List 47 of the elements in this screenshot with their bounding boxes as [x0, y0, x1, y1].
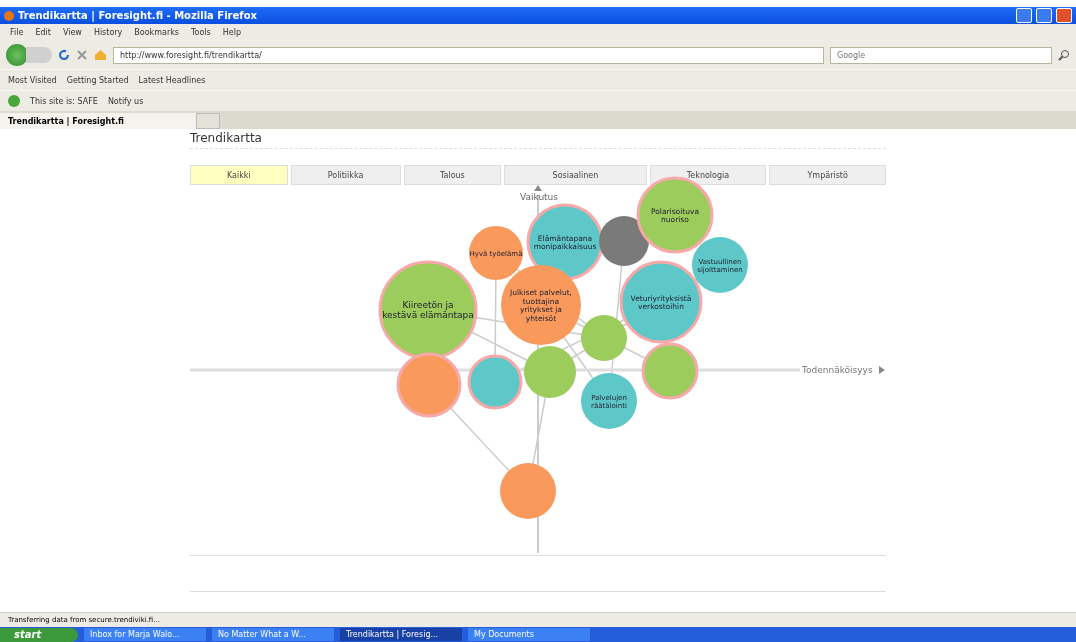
page-title: Trendikartta [190, 129, 886, 149]
taskbar-item[interactable]: No Matter What a W... [212, 628, 334, 641]
taskbar-item[interactable]: Inbox for Marja Walo... [84, 628, 206, 641]
stop-icon[interactable] [76, 49, 88, 61]
browser-tab[interactable]: Trendikartta | Foresight.fi [0, 113, 196, 129]
browser-logo-icon [4, 10, 14, 21]
trend-bubble[interactable] [581, 373, 637, 429]
menu-item[interactable]: Help [222, 28, 241, 37]
menu-item[interactable]: Bookmarks [134, 28, 180, 37]
up-arrow-icon [534, 185, 542, 191]
bookmark-link[interactable]: Latest Headlines [138, 75, 206, 85]
safe-status[interactable]: This site is: SAFE [30, 96, 98, 106]
back-button[interactable] [6, 44, 28, 66]
right-arrow-icon [879, 366, 885, 374]
filter-tab[interactable]: Sosiaalinen [504, 165, 647, 185]
x-axis-label: Todennäköisyys [802, 365, 873, 375]
trend-bubble[interactable] [501, 265, 581, 345]
reload-icon[interactable] [58, 49, 70, 61]
maximize-button[interactable] [1036, 8, 1052, 23]
menu-item[interactable]: File [10, 28, 24, 37]
menu-item[interactable]: Tools [191, 28, 211, 37]
y-axis-label: Vaikutus [520, 192, 558, 202]
address-field[interactable]: http://www.foresight.fi/trendikartta/ [113, 46, 824, 64]
minimize-button[interactable] [1016, 8, 1032, 23]
filter-tab[interactable]: Talous [403, 165, 502, 185]
bubble-label: Kiireetön ja kestävä elämäntapa [382, 300, 474, 320]
check-icon [8, 95, 20, 107]
trend-bubble[interactable] [378, 260, 478, 360]
start-button[interactable]: start [0, 627, 78, 642]
bookmark-link[interactable]: Getting Started [66, 75, 129, 85]
menu-item[interactable]: History [93, 28, 123, 37]
filter-tab[interactable]: Politiikka [290, 165, 401, 185]
search-icon[interactable] [1058, 49, 1070, 61]
close-button[interactable] [1056, 8, 1072, 23]
filter-tab[interactable]: Ympäristö [769, 165, 886, 185]
trend-bubble[interactable] [599, 216, 649, 266]
search-field[interactable]: Google [830, 46, 1052, 64]
window-title: Trendikartta | Foresight.fi - Mozilla Firefox [18, 10, 258, 21]
bookmark-link[interactable]: Most Visited [8, 75, 57, 85]
menu-item[interactable]: Edit [35, 28, 51, 37]
notify-link[interactable]: Notify us [107, 96, 144, 106]
taskbar-item[interactable]: My Documents [468, 628, 590, 641]
menu-item[interactable]: View [62, 28, 82, 37]
taskbar-item[interactable]: Trendikartta | Foresig... [340, 628, 462, 641]
filter-tab[interactable]: Kaikki [190, 165, 288, 185]
trend-bubble[interactable] [692, 237, 748, 293]
trend-bubble[interactable] [469, 226, 523, 280]
